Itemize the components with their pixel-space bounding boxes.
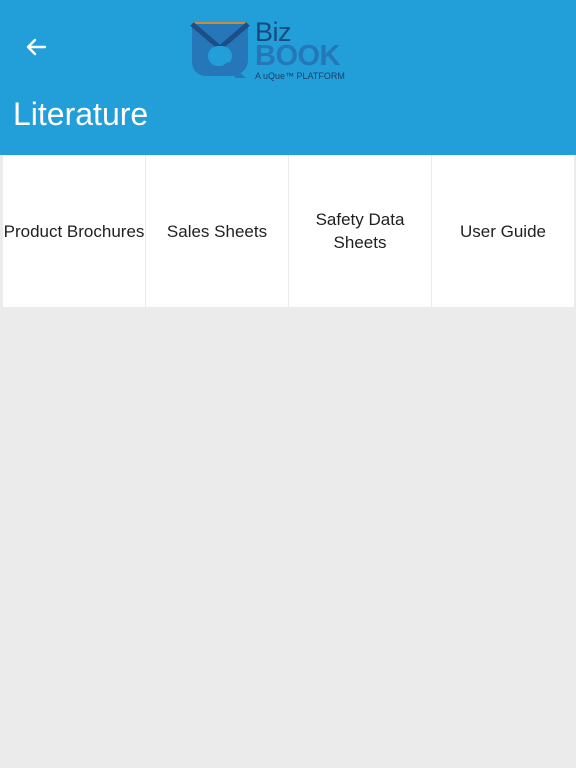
literature-categories: Product Brochures Sales Sheets Safety Da… [3,155,575,307]
tile-label: Product Brochures [3,221,145,241]
tile-product-brochures[interactable]: Product Brochures [3,155,145,307]
tile-user-guide[interactable]: User Guide [432,155,574,307]
logo-tagline: A uQue™ PLATFORM [255,71,345,81]
arrow-left-icon [26,38,47,56]
logo-book-text: BOOK [255,40,341,72]
tile-sales-sheets[interactable]: Sales Sheets [146,155,288,307]
tile-label: Sales Sheets [166,221,268,241]
app-header: Biz BOOK A uQue™ PLATFORM Literature [0,0,576,155]
tile-label: User Guide [460,221,546,241]
tile-label: Safety Data Sheets [315,210,405,252]
page-title: Literature [13,96,149,132]
back-button[interactable] [20,31,52,63]
q-envelope-logo-icon [190,22,250,78]
tile-safety-data-sheets[interactable]: Safety Data Sheets [289,155,431,307]
bizbook-logo: Biz BOOK A uQue™ PLATFORM [188,16,353,82]
